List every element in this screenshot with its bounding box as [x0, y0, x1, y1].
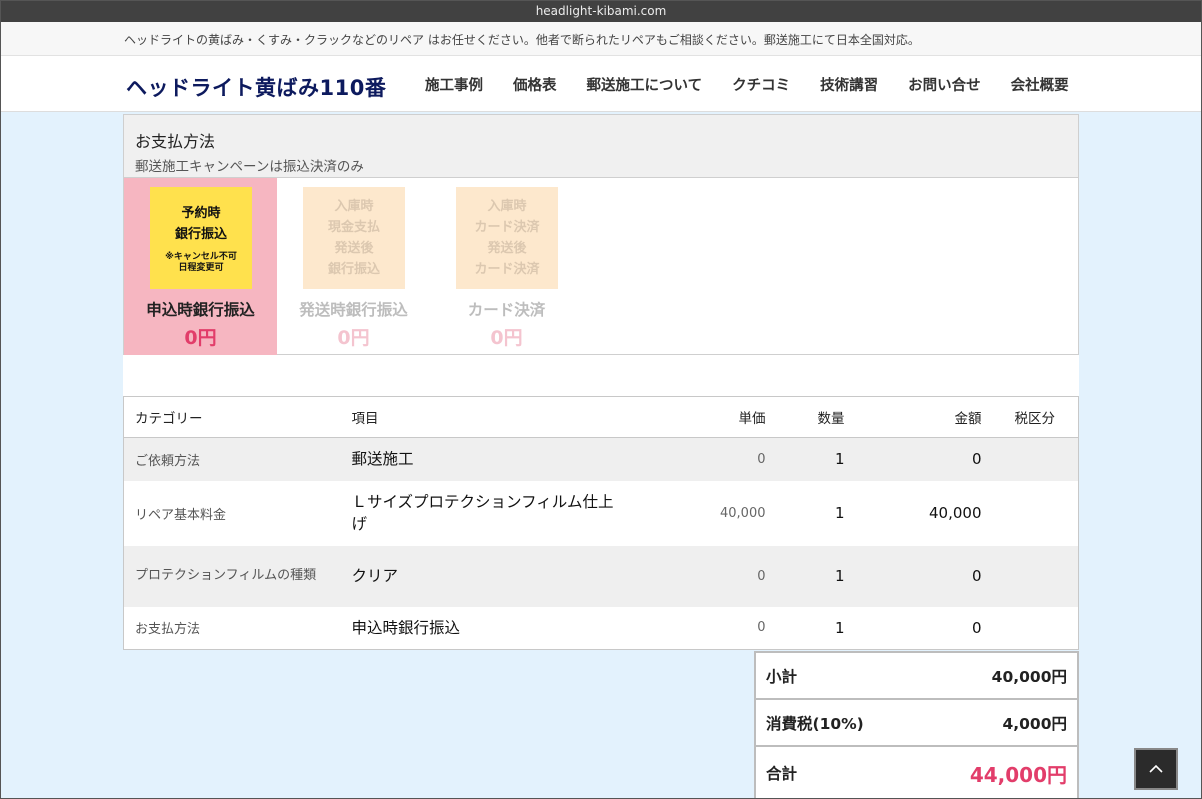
cell-category: リペア基本料金: [123, 480, 340, 546]
cell-tax: [981, 437, 1079, 481]
total-label: 合計: [766, 765, 798, 784]
browser-url-bar[interactable]: headlight-kibami.com: [0, 0, 1202, 22]
image-line: 銀行振込: [174, 226, 227, 242]
cell-category: ご依頼方法: [123, 437, 340, 481]
payment-option-price: 0円: [337, 327, 370, 349]
cell-quantity: 1: [765, 437, 852, 481]
payment-subtitle: 郵送施工キャンペーンは振込決済のみ: [135, 159, 364, 175]
nav-link-training[interactable]: 技術講習: [820, 74, 878, 95]
payment-option-bank-on-apply[interactable]: 予約時 銀行振込 ※キャンセル不可 日程変更可 申込時銀行振込 0円: [124, 178, 277, 355]
image-line: カード決済: [474, 220, 540, 235]
tax-value: 4,000円: [1002, 714, 1067, 733]
site-header: ヘッドライト黄ばみ110番 施工事例 価格表 郵送施工について クチコミ 技術講…: [0, 56, 1202, 112]
cell-item: 申込時銀行振込: [339, 606, 630, 650]
main-nav: 施工事例 価格表 郵送施工について クチコミ 技術講習 お問い合せ 会社概要: [410, 56, 1084, 112]
cell-amount: 0: [851, 606, 982, 650]
cell-tax: [981, 545, 1079, 607]
cell-quantity: 1: [765, 480, 852, 546]
image-note: 日程変更可: [178, 262, 224, 273]
total-value: 44,000円: [969, 762, 1067, 787]
table-row: お支払方法 申込時銀行振込 0 1 0: [123, 606, 1079, 650]
payment-method-panel: お支払方法 郵送施工キャンペーンは振込決済のみ 予約時 銀行振込 ※キャンセル不…: [123, 114, 1079, 355]
payment-option-image: 入庫時 カード決済 発送後 カード決済: [456, 187, 558, 289]
payment-option-bank-on-ship[interactable]: 入庫時 現金支払 発送後 銀行振込 発送時銀行振込 0円: [277, 178, 430, 355]
tax-row: 消費税(10%) 4,000円: [754, 698, 1079, 747]
subtotal-value: 40,000円: [991, 667, 1067, 686]
cell-unit-price: 0: [629, 437, 766, 481]
payment-option-price: 0円: [184, 327, 217, 349]
notice-text: ヘッドライトの黄ばみ・くすみ・クラックなどのリペア はお任せください。他者で断ら…: [124, 33, 920, 47]
scroll-to-top-button[interactable]: [1134, 748, 1178, 790]
cell-category: プロテクションフィルムの種類: [123, 545, 340, 607]
payment-option-card[interactable]: 入庫時 カード決済 発送後 カード決済 カード決済 0円: [430, 178, 583, 355]
image-line: 発送後: [334, 241, 374, 256]
url-text: headlight-kibami.com: [535, 4, 667, 18]
table-row: ご依頼方法 郵送施工 0 1 0: [123, 437, 1079, 481]
cell-quantity: 1: [765, 606, 852, 650]
col-header-unit-price: 単価: [629, 396, 766, 438]
col-header-amount: 金額: [851, 396, 982, 438]
nav-link-prices[interactable]: 価格表: [513, 74, 557, 95]
col-header-category: カテゴリー: [123, 396, 340, 438]
cell-unit-price: 0: [629, 606, 766, 650]
payment-option-name: カード決済: [467, 301, 546, 319]
cell-item: 郵送施工: [339, 437, 630, 481]
cell-amount: 0: [851, 545, 982, 607]
spacer: [123, 355, 1079, 396]
cell-unit-price: 40,000: [629, 480, 766, 546]
chevron-up-icon: [1149, 764, 1163, 773]
table-row: リペア基本料金 Ｌサイズプロテクションフィルム仕上げ 40,000 1 40,0…: [123, 480, 1079, 546]
cell-amount: 0: [851, 437, 982, 481]
payment-panel-header: お支払方法 郵送施工キャンペーンは振込決済のみ: [124, 115, 1078, 178]
image-line: 現金支払: [327, 220, 380, 235]
tax-label: 消費税(10%): [766, 714, 864, 733]
cell-amount: 40,000: [851, 480, 982, 546]
cell-unit-price: 0: [629, 545, 766, 607]
nav-link-cases[interactable]: 施工事例: [425, 74, 483, 95]
payment-option-name: 申込時銀行振込: [146, 301, 255, 319]
nav-link-mail-service[interactable]: 郵送施工について: [587, 74, 703, 95]
cell-tax: [981, 480, 1079, 546]
site-logo[interactable]: ヘッドライト黄ばみ110番: [126, 72, 386, 102]
total-row: 合計 44,000円: [754, 745, 1079, 799]
order-header-row: カテゴリー 項目 単価 数量 金額 税区分: [123, 396, 1079, 438]
order-table: カテゴリー 項目 単価 数量 金額 税区分 ご依頼方法 郵送施工 0 1 0 リ…: [123, 396, 1079, 650]
nav-link-contact[interactable]: お問い合せ: [908, 74, 981, 95]
payment-option-image: 予約時 銀行振込 ※キャンセル不可 日程変更可: [150, 187, 252, 289]
payment-option-name: 発送時銀行振込: [299, 301, 408, 319]
image-line: 予約時: [181, 205, 221, 221]
image-line: カード決済: [474, 262, 540, 277]
col-header-tax: 税区分: [981, 396, 1079, 438]
payment-option-price: 0円: [490, 327, 523, 349]
totals-table: 小計 40,000円 消費税(10%) 4,000円 合計 44,000円: [754, 651, 1079, 799]
cell-category: お支払方法: [123, 606, 340, 650]
cell-tax: [981, 606, 1079, 650]
cell-item: クリア: [339, 545, 630, 607]
nav-link-company[interactable]: 会社概要: [1011, 74, 1069, 95]
image-line: 入庫時: [334, 199, 374, 214]
table-row: プロテクションフィルムの種類 クリア 0 1 0: [123, 545, 1079, 607]
col-header-item: 項目: [339, 396, 630, 438]
nav-link-reviews[interactable]: クチコミ: [732, 74, 790, 95]
payment-title: お支払方法: [135, 132, 216, 151]
cell-item: Ｌサイズプロテクションフィルム仕上げ: [339, 480, 630, 546]
payment-options: 予約時 銀行振込 ※キャンセル不可 日程変更可 申込時銀行振込 0円 入庫時 現…: [124, 178, 1078, 355]
col-header-quantity: 数量: [765, 396, 852, 438]
image-line: 入庫時: [487, 199, 527, 214]
image-line: 発送後: [487, 241, 527, 256]
subtotal-label: 小計: [766, 667, 798, 686]
payment-option-image: 入庫時 現金支払 発送後 銀行振込: [303, 187, 405, 289]
cell-quantity: 1: [765, 545, 852, 607]
subtotal-row: 小計 40,000円: [754, 651, 1079, 700]
image-note: ※キャンセル不可: [165, 251, 237, 262]
notice-bar: ヘッドライトの黄ばみ・くすみ・クラックなどのリペア はお任せください。他者で断ら…: [0, 22, 1202, 56]
image-line: 銀行振込: [327, 262, 380, 277]
